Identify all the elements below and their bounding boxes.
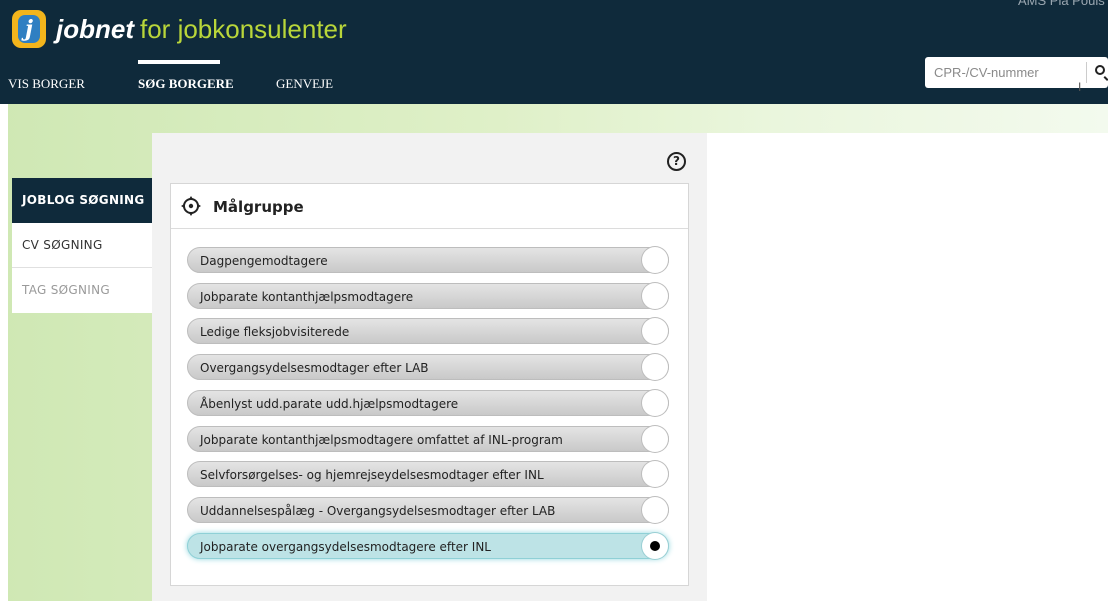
brand-suffix: for jobkonsulenter [140, 14, 347, 44]
option-jobparate-kontanthjaelp[interactable]: Jobparate kontanthjælpsmodtagere [187, 283, 669, 309]
brand-name: jobnet [56, 14, 134, 44]
menu-cv-soegning[interactable]: CV SØGNING [12, 223, 152, 268]
option-label: Selvforsørgelses- og hjemrejseydelsesmod… [200, 468, 544, 482]
option-label: Jobparate kontanthjælpsmodtagere [200, 290, 414, 304]
text-cursor-icon: I [1078, 80, 1082, 94]
option-ledige-fleksjob[interactable]: Ledige fleksjobvisiterede [187, 318, 669, 344]
option-aabenlyst-uddparate[interactable]: Åbenlyst udd.parate udd.hjælpsmodtagere [187, 390, 669, 416]
help-icon[interactable]: ? [667, 152, 686, 171]
radio-knob-icon[interactable] [642, 390, 668, 416]
option-label: Overgangsydelsesmodtager efter LAB [200, 361, 429, 375]
option-uddannelsespaalaeg-lab[interactable]: Uddannelsespålæg - Overgangsydelsesmodta… [187, 497, 669, 523]
radio-knob-icon[interactable] [642, 247, 668, 273]
option-selvforsoergelse-inl[interactable]: Selvforsørgelses- og hjemrejseydelsesmod… [187, 461, 669, 487]
user-info[interactable]: AMS Pia Pouls [1018, 0, 1105, 8]
radio-knob-icon[interactable] [642, 426, 668, 452]
radio-knob-icon[interactable] [642, 318, 668, 344]
option-label: Uddannelsespålæg - Overgangsydelsesmodta… [200, 504, 556, 518]
jobnet-logo[interactable]: j [12, 10, 46, 48]
search-divider [1086, 62, 1087, 83]
nav-active-indicator [138, 60, 220, 64]
search-icon[interactable] [1095, 65, 1105, 75]
nav-vis-borger[interactable]: VIS BORGER [8, 76, 85, 92]
content-right-area [707, 133, 1108, 601]
search-type-menu: JOBLOG SØGNING CV SØGNING TAG SØGNING [12, 178, 152, 313]
brand-title[interactable]: jobnet for jobkonsulenter [56, 14, 347, 45]
target-icon [181, 196, 201, 216]
cpr-search-input[interactable] [925, 57, 1085, 88]
option-jobparate-inl-program[interactable]: Jobparate kontanthjælpsmodtagere omfatte… [187, 426, 669, 452]
menu-tag-soegning[interactable]: TAG SØGNING [12, 268, 152, 313]
card-title: Målgruppe [213, 198, 304, 216]
option-label: Jobparate overgangsydelsesmodtagere efte… [200, 540, 491, 554]
radio-knob-icon[interactable] [642, 283, 668, 309]
logo-letter: j [18, 15, 40, 43]
option-jobparate-overgangsydelse-inl[interactable]: Jobparate overgangsydelsesmodtagere efte… [187, 533, 669, 559]
radio-knob-selected-icon[interactable] [642, 533, 668, 559]
nav-genveje[interactable]: GENVEJE [276, 76, 333, 92]
option-label: Ledige fleksjobvisiterede [200, 325, 350, 339]
option-label: Åbenlyst udd.parate udd.hjælpsmodtagere [200, 397, 459, 411]
option-dagpengemodtagere[interactable]: Dagpengemodtagere [187, 247, 669, 273]
option-label: Jobparate kontanthjælpsmodtagere omfatte… [200, 433, 563, 447]
nav-soeg-borgere[interactable]: SØG BORGERE [138, 76, 234, 92]
option-label: Dagpengemodtagere [200, 254, 328, 268]
radio-knob-icon[interactable] [642, 497, 668, 523]
menu-joblog-soegning[interactable]: JOBLOG SØGNING [12, 178, 152, 223]
radio-knob-icon[interactable] [642, 354, 668, 380]
radio-knob-icon[interactable] [642, 461, 668, 487]
page-left-edge [0, 104, 8, 601]
maalgruppe-card: Målgruppe [170, 183, 689, 586]
option-overgangsydelse-lab[interactable]: Overgangsydelsesmodtager efter LAB [187, 354, 669, 380]
card-header: Målgruppe [171, 184, 688, 229]
app-header: j jobnet for jobkonsulenter AMS Pia Pouls… [0, 0, 1108, 104]
